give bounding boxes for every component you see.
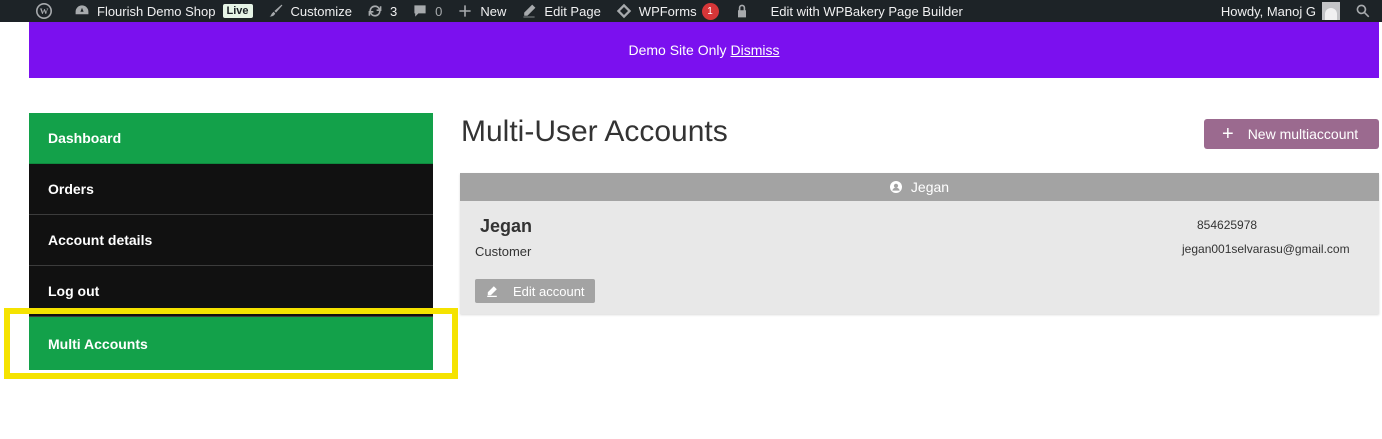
- pencil-icon: [520, 2, 538, 20]
- lock-item[interactable]: [726, 0, 764, 22]
- comments-count: 0: [435, 3, 443, 19]
- account-role: Customer: [475, 244, 532, 259]
- new-label: New: [480, 3, 507, 19]
- wp-admin-bar: W Flourish Demo Shop Live Customize 3 0 …: [0, 0, 1382, 22]
- wordpress-icon: W: [35, 2, 53, 20]
- dismiss-link[interactable]: Dismiss: [731, 42, 780, 58]
- account-name: Jegan: [480, 216, 533, 236]
- customize-item[interactable]: Customize: [260, 0, 359, 22]
- page-title: Multi-User Accounts: [461, 115, 728, 148]
- account-email: jegan001selvarasu@gmail.com: [1182, 242, 1350, 256]
- live-badge: Live: [222, 4, 253, 18]
- wpforms-label: WPForms: [638, 3, 697, 19]
- demo-site-banner: Demo Site Only Dismiss: [29, 22, 1379, 78]
- updates-count: 3: [389, 3, 398, 19]
- account-navigation: Dashboard Orders Account details Log out…: [29, 113, 433, 370]
- site-name-item[interactable]: Flourish Demo Shop Live: [66, 0, 260, 22]
- edit-page-label: Edit Page: [544, 3, 601, 19]
- brush-icon: [267, 2, 285, 20]
- wpforms-item[interactable]: WPForms 1: [608, 0, 726, 22]
- howdy-label: Howdy, Manoj G: [1220, 3, 1316, 19]
- wpbakery-item[interactable]: Edit with WPBakery Page Builder: [764, 0, 970, 22]
- search-item[interactable]: [1347, 0, 1382, 22]
- search-icon: [1354, 2, 1372, 20]
- nav-item-log-out[interactable]: Log out: [29, 266, 433, 317]
- edit-account-button[interactable]: Edit account: [475, 279, 595, 303]
- account-card-header: Jegan: [460, 173, 1379, 201]
- comments-item[interactable]: 0: [404, 0, 449, 22]
- wpforms-notification-badge: 1: [701, 2, 719, 20]
- new-multiaccount-label: New multiaccount: [1247, 126, 1359, 142]
- nav-item-multi-accounts[interactable]: Multi Accounts: [29, 317, 433, 370]
- avatar: [1322, 2, 1340, 20]
- edit-pencil-icon: [487, 286, 497, 297]
- plus-icon: [456, 2, 474, 20]
- demo-banner-text: Demo Site Only: [628, 42, 727, 58]
- dashboard-icon: [73, 2, 91, 20]
- new-multiaccount-button[interactable]: + New multiaccount: [1204, 119, 1379, 149]
- updates-item[interactable]: 3: [359, 0, 404, 22]
- edit-page-item[interactable]: Edit Page: [513, 0, 607, 22]
- lock-icon: [733, 2, 751, 20]
- nav-item-orders[interactable]: Orders: [29, 164, 433, 215]
- account-phone: 854625978: [1197, 218, 1258, 232]
- wpforms-icon: [615, 2, 633, 20]
- account-card: Jegan Jegan Customer 854625978 jegan001s…: [460, 173, 1379, 314]
- plus-icon: +: [1222, 123, 1234, 145]
- new-content-item[interactable]: New: [449, 0, 513, 22]
- updates-icon: [366, 2, 384, 20]
- user-circle-icon: [889, 181, 902, 193]
- svg-text:W: W: [40, 6, 49, 16]
- customize-label: Customize: [290, 3, 352, 19]
- comment-icon: [411, 2, 429, 20]
- site-name: Flourish Demo Shop: [97, 3, 216, 19]
- wordpress-logo-item[interactable]: W: [0, 0, 66, 22]
- account-header-name: Jegan: [910, 179, 950, 195]
- edit-account-label: Edit account: [513, 283, 585, 299]
- my-account-item[interactable]: Howdy, Manoj G: [1214, 0, 1347, 22]
- wpbakery-label: Edit with WPBakery Page Builder: [770, 3, 963, 19]
- nav-item-account-details[interactable]: Account details: [29, 215, 433, 266]
- nav-item-dashboard[interactable]: Dashboard: [29, 113, 433, 164]
